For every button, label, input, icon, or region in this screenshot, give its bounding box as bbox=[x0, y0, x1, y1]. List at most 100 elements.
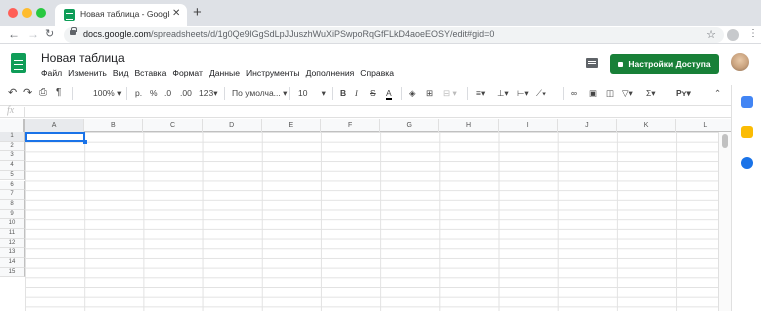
column-header[interactable]: E bbox=[262, 119, 321, 132]
font-select[interactable]: По умолча... ▾ bbox=[232, 88, 287, 99]
menu-format[interactable]: Формат bbox=[172, 68, 203, 78]
reload-icon[interactable]: ↻ bbox=[45, 27, 54, 40]
undo-icon[interactable]: ↶ bbox=[8, 86, 17, 99]
text-wrapping-icon[interactable]: ⊢▾ bbox=[517, 88, 529, 99]
bold-button[interactable]: B bbox=[340, 88, 346, 98]
menu-tools[interactable]: Инструменты bbox=[246, 68, 300, 78]
row-header[interactable]: 6 bbox=[0, 180, 25, 191]
url-bar[interactable]: docs.google.com/spreadsheets/d/1g0Qe9lGg… bbox=[64, 27, 724, 43]
filter-icon[interactable]: ▽▾ bbox=[622, 88, 633, 99]
row-header[interactable]: 8 bbox=[0, 199, 25, 210]
insert-link-icon[interactable]: ∞ bbox=[571, 88, 577, 98]
row-header[interactable]: 5 bbox=[0, 170, 25, 181]
vertical-align-icon[interactable]: ⊥▾ bbox=[497, 88, 509, 99]
row-header[interactable]: 3 bbox=[0, 151, 25, 162]
row-header[interactable]: 13 bbox=[0, 248, 25, 259]
selected-cell[interactable] bbox=[25, 132, 87, 144]
close-tab-icon[interactable]: ✕ bbox=[172, 8, 180, 19]
column-header[interactable]: A bbox=[25, 119, 85, 132]
font-size-select[interactable]: 10 ▾ bbox=[298, 88, 326, 99]
column-header[interactable]: L bbox=[676, 119, 731, 132]
cells-area[interactable] bbox=[25, 132, 718, 311]
row-header[interactable]: 9 bbox=[0, 209, 25, 220]
column-header[interactable]: B bbox=[84, 119, 144, 132]
number-format-value: 123 bbox=[199, 88, 214, 98]
menu-help[interactable]: Справка bbox=[360, 68, 394, 78]
keep-icon[interactable] bbox=[741, 126, 753, 138]
minimize-window-button[interactable] bbox=[22, 8, 32, 18]
text-rotation-icon[interactable]: ⟋▾ bbox=[536, 88, 546, 99]
profile-icon[interactable] bbox=[727, 29, 739, 41]
text-color-button[interactable]: A bbox=[386, 88, 392, 100]
insert-chart-icon[interactable]: ◫ bbox=[606, 88, 614, 99]
maximize-window-button[interactable] bbox=[36, 8, 46, 18]
fill-color-icon[interactable]: ◈ bbox=[409, 88, 416, 99]
zoom-select[interactable]: 100% ▾ bbox=[93, 88, 121, 99]
borders-icon[interactable]: ⊞ bbox=[426, 88, 433, 99]
divider bbox=[72, 87, 73, 100]
column-header[interactable]: I bbox=[499, 119, 558, 132]
column-header[interactable]: D bbox=[203, 119, 262, 132]
row-header[interactable]: 7 bbox=[0, 190, 25, 200]
row-header[interactable]: 4 bbox=[0, 161, 25, 171]
tab-strip: Новая таблица - Google Табл... ✕ + bbox=[0, 0, 761, 26]
share-settings-button[interactable]: Настройки Доступа bbox=[610, 54, 719, 74]
menu-file[interactable]: Файл bbox=[41, 68, 62, 78]
vertical-scrollbar[interactable] bbox=[718, 132, 731, 311]
row-header[interactable]: 15 bbox=[0, 267, 25, 278]
increase-decimal-button[interactable]: .00 bbox=[180, 88, 192, 98]
tasks-icon[interactable] bbox=[741, 157, 753, 169]
collapse-toolbar-icon[interactable]: ⌃ bbox=[714, 88, 721, 99]
select-all-corner[interactable] bbox=[0, 119, 25, 132]
column-header[interactable]: F bbox=[321, 119, 381, 132]
strikethrough-button[interactable]: S bbox=[370, 88, 376, 98]
menu-data[interactable]: Данные bbox=[209, 68, 240, 78]
row-header[interactable]: 14 bbox=[0, 258, 25, 268]
row-header[interactable]: 12 bbox=[0, 238, 25, 249]
column-header[interactable]: J bbox=[558, 119, 617, 132]
more-vert-icon[interactable]: ⋮ bbox=[748, 28, 758, 39]
tab-title: Новая таблица - Google Табл... bbox=[80, 9, 170, 19]
row-header[interactable]: 11 bbox=[0, 229, 25, 239]
menu-insert[interactable]: Вставка bbox=[134, 68, 166, 78]
column-header[interactable]: H bbox=[439, 119, 499, 132]
browser-tab[interactable]: Новая таблица - Google Табл... ✕ bbox=[55, 4, 187, 26]
redo-icon[interactable]: ↷ bbox=[23, 86, 32, 99]
formula-bar[interactable]: fx bbox=[0, 105, 731, 118]
column-header[interactable]: K bbox=[617, 119, 677, 132]
menu-edit[interactable]: Изменить bbox=[68, 68, 107, 78]
spreadsheet-grid[interactable]: ABCDEFGHIJKL 1 2 3 4 5 6 7 8 9 10 11 12 13 14 15 bbox=[0, 119, 731, 311]
bookmark-star-icon[interactable]: ☆ bbox=[706, 28, 716, 41]
scrollbar-thumb[interactable] bbox=[722, 134, 728, 148]
menu-addons[interactable]: Дополнения bbox=[306, 68, 355, 78]
side-panel bbox=[731, 85, 761, 311]
back-arrow-icon[interactable]: ← bbox=[8, 27, 20, 41]
input-tools-icon[interactable]: Pʏ▾ bbox=[676, 88, 691, 99]
horizontal-align-icon[interactable]: ≡▾ bbox=[476, 88, 485, 99]
lock-icon bbox=[618, 62, 624, 67]
row-header[interactable]: 1 bbox=[0, 132, 25, 142]
column-header[interactable]: C bbox=[143, 119, 203, 132]
merge-cells-icon[interactable]: ⊟ ▾ bbox=[443, 88, 457, 99]
row-header[interactable]: 10 bbox=[0, 219, 25, 229]
percent-format-button[interactable]: % bbox=[150, 88, 158, 98]
column-header[interactable]: G bbox=[380, 119, 440, 132]
close-window-button[interactable] bbox=[8, 8, 18, 18]
menu-view[interactable]: Вид bbox=[113, 68, 129, 78]
italic-button[interactable]: I bbox=[355, 88, 358, 98]
print-icon[interactable]: ⎙ bbox=[39, 87, 47, 98]
insert-comment-icon[interactable]: ▣ bbox=[589, 88, 597, 99]
document-title[interactable]: Новая таблица bbox=[41, 51, 125, 65]
new-tab-button[interactable]: + bbox=[193, 4, 202, 21]
comment-history-icon[interactable] bbox=[586, 58, 598, 68]
calendar-icon[interactable] bbox=[741, 96, 753, 108]
functions-icon[interactable]: Σ▾ bbox=[646, 88, 656, 99]
sheets-logo-icon[interactable] bbox=[11, 53, 26, 73]
paint-format-icon[interactable]: ¶ bbox=[56, 87, 61, 98]
decrease-decimal-button[interactable]: .0 bbox=[164, 88, 171, 98]
forward-arrow-icon[interactable]: → bbox=[27, 27, 39, 41]
row-header[interactable]: 2 bbox=[0, 141, 25, 152]
currency-format-button[interactable]: р. bbox=[135, 88, 142, 98]
avatar[interactable] bbox=[731, 53, 749, 71]
number-format-select[interactable]: 123▾ bbox=[199, 88, 217, 99]
